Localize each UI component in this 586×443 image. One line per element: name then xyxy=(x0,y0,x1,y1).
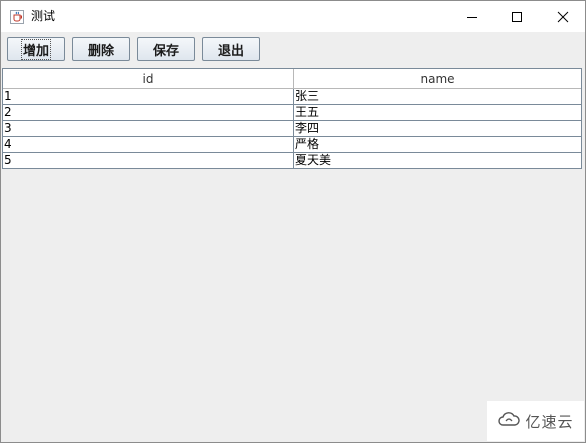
cloud-logo-icon xyxy=(497,410,521,432)
close-icon xyxy=(557,11,569,23)
table-row[interactable]: 5 夏天美 xyxy=(3,153,581,169)
column-header-id[interactable]: id xyxy=(3,69,294,88)
save-button[interactable]: 保存 xyxy=(137,37,195,61)
java-cup-icon xyxy=(10,9,24,24)
maximize-button[interactable] xyxy=(494,1,540,32)
save-button-label: 保存 xyxy=(152,43,179,59)
window-title: 测试 xyxy=(31,9,56,23)
exit-button-label: 退出 xyxy=(217,43,244,59)
close-button[interactable] xyxy=(540,1,585,32)
table-header: id name xyxy=(3,69,581,89)
app-window: 测试 增加 删除 保存 退出 id name 1 张三 2 王五 3 李四 4 … xyxy=(0,0,586,443)
toolbar: 增加 删除 保存 退出 xyxy=(1,32,585,67)
watermark: 亿速云 xyxy=(487,401,584,441)
delete-button-label: 删除 xyxy=(87,43,114,59)
table-row[interactable]: 2 王五 xyxy=(3,105,581,121)
add-button[interactable]: 增加 xyxy=(7,37,65,61)
cell-id[interactable]: 3 xyxy=(3,121,294,136)
exit-button[interactable]: 退出 xyxy=(202,37,260,61)
add-button-label: 增加 xyxy=(20,38,52,60)
maximize-icon xyxy=(511,11,523,23)
cell-name[interactable]: 严格 xyxy=(294,137,581,152)
cell-id[interactable]: 5 xyxy=(3,153,294,168)
watermark-text: 亿速云 xyxy=(525,412,574,431)
table-row[interactable]: 1 张三 xyxy=(3,89,581,105)
delete-button[interactable]: 删除 xyxy=(72,37,130,61)
cell-id[interactable]: 4 xyxy=(3,137,294,152)
table-viewport-empty-area[interactable] xyxy=(2,169,582,439)
cell-id[interactable]: 2 xyxy=(3,105,294,120)
cell-name[interactable]: 张三 xyxy=(294,89,581,104)
cell-name[interactable]: 夏天美 xyxy=(294,153,581,168)
table-row[interactable]: 4 严格 xyxy=(3,137,581,153)
data-table[interactable]: id name 1 张三 2 王五 3 李四 4 严格 5 夏天美 xyxy=(2,68,582,169)
table-row[interactable]: 3 李四 xyxy=(3,121,581,137)
cell-id[interactable]: 1 xyxy=(3,89,294,104)
minimize-button[interactable] xyxy=(449,1,495,32)
title-bar[interactable]: 测试 xyxy=(1,1,585,32)
minimize-icon xyxy=(466,11,478,23)
cell-name[interactable]: 李四 xyxy=(294,121,581,136)
column-header-name[interactable]: name xyxy=(294,69,581,88)
cell-name[interactable]: 王五 xyxy=(294,105,581,120)
